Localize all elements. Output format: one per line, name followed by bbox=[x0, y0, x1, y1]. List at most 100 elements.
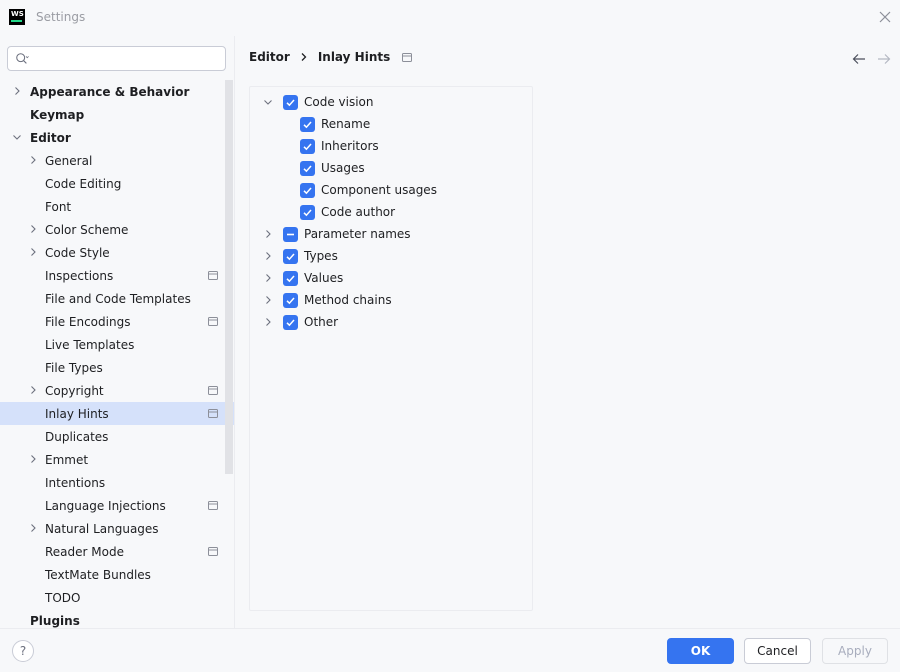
sidebar-item-label: File Types bbox=[45, 360, 103, 375]
indeterminate-checkbox[interactable] bbox=[283, 227, 298, 242]
sidebar-item-file-and-code-templates[interactable]: File and Code Templates bbox=[0, 287, 224, 310]
checkmark-icon bbox=[303, 209, 312, 217]
sidebar-item-reader-mode[interactable]: Reader Mode bbox=[0, 540, 224, 563]
sidebar-item-color-scheme[interactable]: Color Scheme bbox=[0, 218, 224, 241]
forward-arrow-icon[interactable] bbox=[877, 53, 891, 65]
checkbox[interactable] bbox=[300, 139, 315, 154]
panel-divider bbox=[234, 36, 235, 628]
search-field[interactable] bbox=[7, 46, 226, 71]
chevron-down-icon[interactable] bbox=[12, 132, 22, 142]
sidebar-item-label: Duplicates bbox=[45, 429, 109, 444]
chevron-right-icon[interactable] bbox=[28, 224, 38, 234]
chevron-right-icon[interactable] bbox=[263, 229, 273, 239]
project-scope-icon bbox=[402, 52, 413, 62]
checkmark-icon bbox=[286, 319, 295, 327]
checkbox[interactable] bbox=[283, 315, 298, 330]
chevron-right-icon[interactable] bbox=[28, 155, 38, 165]
sidebar-item-natural-languages[interactable]: Natural Languages bbox=[0, 517, 224, 540]
hint-item-types: Types bbox=[250, 245, 530, 267]
sidebar-item-font[interactable]: Font bbox=[0, 195, 224, 218]
sidebar-item-file-types[interactable]: File Types bbox=[0, 356, 224, 379]
sidebar-item-editor[interactable]: Editor bbox=[0, 126, 224, 149]
sidebar-item-duplicates[interactable]: Duplicates bbox=[0, 425, 224, 448]
sidebar-item-label: Code Editing bbox=[45, 176, 122, 191]
project-scope-icon bbox=[208, 317, 218, 326]
breadcrumb: Editor Inlay Hints bbox=[249, 50, 413, 64]
chevron-right-icon[interactable] bbox=[263, 273, 273, 283]
checkbox[interactable] bbox=[300, 205, 315, 220]
project-scope-icon bbox=[208, 547, 218, 556]
apply-button[interactable]: Apply bbox=[822, 638, 888, 664]
chevron-right-icon[interactable] bbox=[28, 385, 38, 395]
project-scope-icon bbox=[208, 271, 218, 280]
sidebar-item-todo[interactable]: TODO bbox=[0, 586, 224, 609]
sidebar-scrollbar[interactable] bbox=[225, 80, 233, 474]
sidebar-item-label: Plugins bbox=[30, 613, 80, 628]
chevron-right-icon[interactable] bbox=[12, 86, 22, 96]
sidebar-item-copyright[interactable]: Copyright bbox=[0, 379, 224, 402]
sidebar-item-label: Natural Languages bbox=[45, 521, 159, 536]
hint-item-values: Values bbox=[250, 267, 530, 289]
sidebar-item-code-style[interactable]: Code Style bbox=[0, 241, 224, 264]
checkbox[interactable] bbox=[283, 271, 298, 286]
chevron-right-icon[interactable] bbox=[28, 247, 38, 257]
chevron-down-icon[interactable] bbox=[263, 97, 273, 107]
chevron-right-icon[interactable] bbox=[263, 295, 273, 305]
breadcrumb-current: Inlay Hints bbox=[317, 50, 391, 64]
chevron-right-icon bbox=[301, 53, 307, 61]
chevron-right-icon[interactable] bbox=[263, 251, 273, 261]
sidebar-item-textmate-bundles[interactable]: TextMate Bundles bbox=[0, 563, 224, 586]
sidebar-item-label: File Encodings bbox=[45, 314, 131, 329]
project-scope-icon bbox=[208, 409, 218, 418]
checkmark-icon bbox=[286, 297, 295, 305]
hint-item-label: Component usages bbox=[321, 183, 437, 197]
checkbox[interactable] bbox=[300, 161, 315, 176]
chevron-right-icon[interactable] bbox=[28, 454, 38, 464]
close-icon[interactable] bbox=[878, 10, 892, 24]
hint-item-code-author: Code author bbox=[250, 201, 530, 223]
checkmark-icon bbox=[303, 187, 312, 195]
help-button[interactable]: ? bbox=[12, 640, 34, 662]
sidebar-item-file-encodings[interactable]: File Encodings bbox=[0, 310, 224, 333]
ok-button[interactable]: OK bbox=[667, 638, 734, 664]
sidebar-item-appearance-behavior[interactable]: Appearance & Behavior bbox=[0, 80, 224, 103]
hint-item-label: Method chains bbox=[304, 293, 392, 307]
breadcrumb-parent[interactable]: Editor bbox=[249, 50, 290, 64]
sidebar-item-keymap[interactable]: Keymap bbox=[0, 103, 224, 126]
checkbox[interactable] bbox=[300, 183, 315, 198]
sidebar-item-general[interactable]: General bbox=[0, 149, 224, 172]
hint-item-method-chains: Method chains bbox=[250, 289, 530, 311]
cancel-button[interactable]: Cancel bbox=[744, 638, 811, 664]
sidebar-item-label: Keymap bbox=[30, 107, 85, 122]
sidebar-item-intentions[interactable]: Intentions bbox=[0, 471, 224, 494]
sidebar-item-emmet[interactable]: Emmet bbox=[0, 448, 224, 471]
sidebar-item-inspections[interactable]: Inspections bbox=[0, 264, 224, 287]
chevron-right-icon[interactable] bbox=[28, 523, 38, 533]
checkmark-icon bbox=[286, 275, 295, 283]
sidebar-item-label: File and Code Templates bbox=[45, 291, 191, 306]
footer-divider bbox=[0, 628, 900, 629]
window-title: Settings bbox=[36, 10, 86, 24]
hint-item-rename: Rename bbox=[250, 113, 530, 135]
search-input[interactable] bbox=[38, 49, 218, 68]
sidebar-item-inlay-hints[interactable]: Inlay Hints bbox=[0, 402, 234, 425]
chevron-right-icon[interactable] bbox=[263, 317, 273, 327]
sidebar-item-label: TODO bbox=[45, 590, 81, 605]
dash-icon bbox=[287, 233, 294, 236]
sidebar-item-label: Inlay Hints bbox=[45, 406, 109, 421]
sidebar-item-code-editing[interactable]: Code Editing bbox=[0, 172, 224, 195]
checkbox[interactable] bbox=[283, 95, 298, 110]
hint-item-label: Other bbox=[304, 315, 339, 329]
sidebar-item-label: General bbox=[45, 153, 93, 168]
checkbox[interactable] bbox=[300, 117, 315, 132]
sidebar-item-label: Appearance & Behavior bbox=[30, 84, 190, 99]
sidebar-item-language-injections[interactable]: Language Injections bbox=[0, 494, 224, 517]
back-arrow-icon[interactable] bbox=[852, 53, 866, 65]
sidebar-item-live-templates[interactable]: Live Templates bbox=[0, 333, 224, 356]
hint-item-label: Values bbox=[304, 271, 344, 285]
hint-item-component-usages: Component usages bbox=[250, 179, 530, 201]
checkbox[interactable] bbox=[283, 249, 298, 264]
project-scope-icon bbox=[208, 501, 218, 510]
hint-item-label: Code vision bbox=[304, 95, 374, 109]
checkbox[interactable] bbox=[283, 293, 298, 308]
